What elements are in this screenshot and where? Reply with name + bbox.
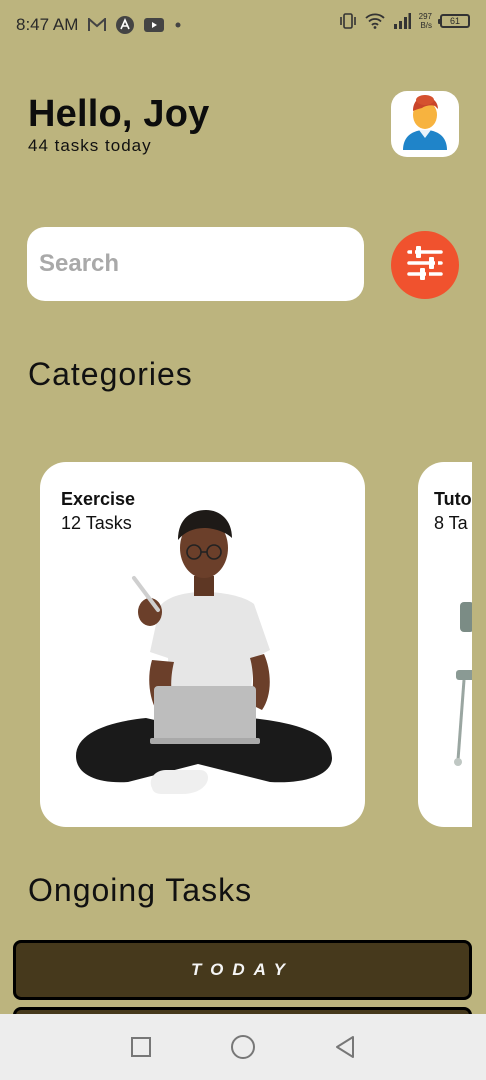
system-nav-bar xyxy=(0,1014,486,1080)
page-title: Hello, Joy xyxy=(28,93,210,135)
tasks-summary: 44 tasks today xyxy=(28,136,152,155)
youtube-icon xyxy=(144,18,165,32)
categories-heading: Categories xyxy=(28,356,193,392)
person-with-laptop-illustration xyxy=(66,506,346,827)
user-avatar-icon xyxy=(399,94,451,155)
ongoing-tasks-heading: Ongoing Tasks xyxy=(28,872,253,908)
categories-carousel[interactable]: Exercise 12 Tasks Tuto 8 Ta xyxy=(0,462,472,828)
category-card-exercise[interactable]: Exercise 12 Tasks xyxy=(40,462,365,827)
home-circle-icon[interactable] xyxy=(221,1025,265,1069)
status-bar: 8:47 AM 297 B/s 61 xyxy=(0,0,486,50)
category-card-tutorial[interactable]: Tuto 8 Ta xyxy=(418,462,472,827)
back-triangle-icon[interactable] xyxy=(323,1025,367,1069)
today-label: TODAY xyxy=(191,960,294,979)
search-input[interactable] xyxy=(39,250,364,278)
sliders-icon xyxy=(405,245,445,286)
filter-button[interactable] xyxy=(391,231,459,299)
chair-illustration xyxy=(454,600,472,775)
profile-avatar-button[interactable] xyxy=(391,91,459,157)
recents-square-icon[interactable] xyxy=(119,1025,163,1069)
category-name: Tuto xyxy=(434,489,472,509)
net-speed-unit: B/s xyxy=(420,21,432,30)
net-speed: 297 B/s xyxy=(419,12,432,30)
battery-level: 61 xyxy=(449,16,460,26)
gmail-icon xyxy=(88,18,107,32)
wifi-icon xyxy=(365,13,385,29)
signal-icon xyxy=(393,13,411,29)
dot-icon xyxy=(174,21,182,29)
vibrate-icon xyxy=(339,13,357,29)
app-a-icon xyxy=(116,16,135,34)
status-time: 8:47 AM xyxy=(16,15,79,34)
today-button[interactable]: TODAY xyxy=(13,940,472,1000)
greeting: Hello, Joy 44 tasks today xyxy=(28,92,210,156)
battery-icon: 61 xyxy=(438,14,470,28)
search-box[interactable] xyxy=(27,227,364,301)
net-speed-value: 297 xyxy=(418,12,432,21)
category-count: 8 Ta xyxy=(434,513,468,533)
